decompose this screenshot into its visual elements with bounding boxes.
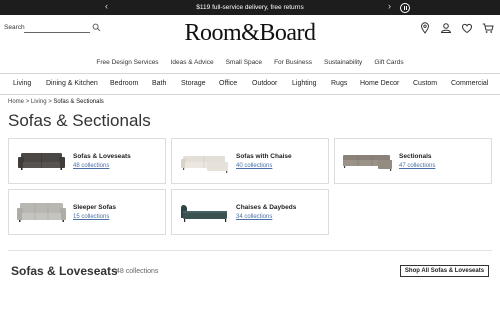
category-count-link[interactable]: 47 collections (399, 163, 435, 169)
category-card-chaises-daybeds[interactable]: Chaises & Daybeds 34 collections (171, 189, 329, 235)
secondary-nav-item[interactable]: For Business (274, 59, 312, 66)
category-card-sofas-loveseats[interactable]: Sofas & Loveseats 48 collections (8, 138, 166, 184)
sectional-image (343, 155, 392, 171)
category-count-link[interactable]: 40 collections (236, 163, 272, 169)
category-card-sectionals[interactable]: Sectionals 47 collections (334, 138, 492, 184)
category-name: Sofas with Chaise (236, 153, 292, 160)
section-title: Sofas & Loveseats (11, 264, 118, 278)
main-nav-item-bath[interactable]: Bath (152, 80, 166, 87)
breadcrumb-living[interactable]: Living (31, 99, 47, 105)
main-nav-item-rugs[interactable]: Rugs (331, 80, 347, 87)
promo-prev-arrow-icon[interactable]: ‹ (105, 1, 108, 11)
promo-next-arrow-icon[interactable]: › (388, 1, 391, 11)
category-name: Chaises & Daybeds (236, 204, 297, 211)
secondary-nav: Free Design Services Ideas & Advice Smal… (0, 59, 500, 66)
pause-icon[interactable] (400, 2, 410, 13)
account-icon[interactable] (440, 22, 452, 34)
main-nav-item-living[interactable]: Living (13, 80, 31, 87)
main-nav-item-bedroom[interactable]: Bedroom (110, 80, 138, 87)
main-nav-item-outdoor[interactable]: Outdoor (252, 80, 277, 87)
page-title: Sofas & Sectionals (8, 111, 151, 130)
category-count-link[interactable]: 15 collections (73, 214, 109, 220)
breadcrumb: Home > Living > Sofas & Sectionals (8, 99, 104, 105)
category-name: Sleeper Sofas (73, 204, 116, 211)
sofa-with-chaise-image (181, 156, 228, 173)
main-nav-item-lighting[interactable]: Lighting (292, 80, 317, 87)
category-card-sleeper-sofas[interactable]: Sleeper Sofas 15 collections (8, 189, 166, 235)
main-nav-item-commercial[interactable]: Commercial (451, 80, 488, 87)
section-count: 48 collections (116, 268, 159, 275)
main-nav: Living Dining & Kitchen Bedroom Bath Sto… (0, 73, 500, 95)
cart-icon[interactable] (482, 22, 494, 34)
breadcrumb-current: Sofas & Sectionals (53, 99, 104, 105)
category-card-sofas-with-chaise[interactable]: Sofas with Chaise 40 collections (171, 138, 329, 184)
heart-icon[interactable] (461, 22, 473, 34)
category-count-link[interactable]: 48 collections (73, 163, 109, 169)
breadcrumb-home[interactable]: Home (8, 99, 24, 105)
section-divider (8, 250, 492, 251)
main-nav-item-custom[interactable]: Custom (413, 80, 437, 87)
category-count-link[interactable]: 34 collections (236, 214, 272, 220)
shop-all-button[interactable]: Shop All Sofas & Loveseats (400, 265, 489, 277)
promo-text: $119 full-service delivery, free returns (196, 4, 304, 11)
secondary-nav-item[interactable]: Ideas & Advice (171, 59, 214, 66)
breadcrumb-separator: > (25, 99, 30, 105)
secondary-nav-item[interactable]: Small Space (226, 59, 263, 66)
main-nav-item-home-decor[interactable]: Home Decor (360, 80, 399, 87)
main-nav-item-dining[interactable]: Dining & Kitchen (46, 80, 98, 87)
secondary-nav-item[interactable]: Free Design Services (96, 59, 158, 66)
category-name: Sectionals (399, 153, 432, 160)
category-name: Sofas & Loveseats (73, 153, 131, 160)
promo-bar: ‹ $119 full-service delivery, free retur… (0, 0, 500, 15)
sofa-image (18, 153, 65, 170)
main-nav-item-storage[interactable]: Storage (181, 80, 206, 87)
secondary-nav-item[interactable]: Gift Cards (374, 59, 403, 66)
main-nav-item-office[interactable]: Office (219, 80, 237, 87)
breadcrumb-separator: > (48, 99, 52, 105)
sleeper-sofa-image (17, 203, 66, 222)
secondary-nav-item[interactable]: Sustainability (324, 59, 362, 66)
chaise-image (181, 205, 227, 222)
map-pin-icon[interactable] (419, 22, 431, 34)
